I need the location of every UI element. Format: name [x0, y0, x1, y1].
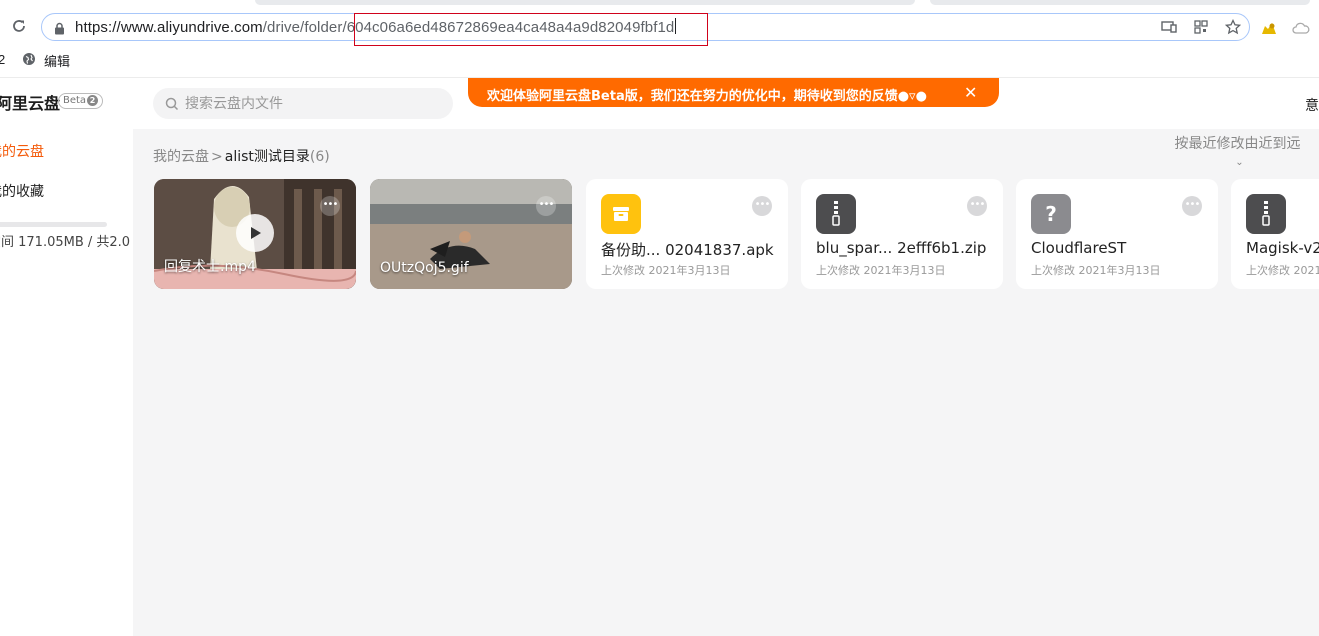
- file-count: (6): [309, 149, 330, 165]
- more-options-icon[interactable]: •••: [752, 196, 772, 216]
- file-card-unknown[interactable]: ? ••• CloudflareST 上次修改 2021年3月13日: [1016, 179, 1218, 289]
- text-caret: [675, 18, 677, 34]
- file-name: 备份助... 02041837.apk: [601, 241, 774, 259]
- bookmarks-bar: 2 编辑: [0, 46, 1319, 74]
- sidebar: 阿里云盘 Beta2 我的云盘 我的收藏 空间 171.05MB / 共2.0: [0, 78, 133, 636]
- file-name: Magisk-v2: [1246, 239, 1319, 257]
- lock-icon[interactable]: [54, 20, 65, 39]
- file-date: 上次修改 2021: [1246, 264, 1319, 277]
- zip-icon: [816, 194, 856, 234]
- app-logo[interactable]: 阿里云盘: [0, 90, 60, 114]
- address-bar[interactable]: https://www.aliyundrive.com/drive/folder…: [41, 13, 1250, 41]
- bookmark-number[interactable]: 2: [0, 52, 5, 67]
- more-options-icon[interactable]: •••: [320, 196, 340, 216]
- file-name: blu_spar... 2efff6b1.zip: [816, 239, 987, 257]
- archive-box-icon: [601, 194, 641, 234]
- beta-badge: Beta 2: [58, 93, 104, 109]
- beta-number: 2: [87, 95, 99, 106]
- chevron-right-icon: >: [211, 149, 223, 165]
- tab-edge: [255, 0, 915, 5]
- cast-icon[interactable]: [1159, 17, 1179, 37]
- file-card-image[interactable]: ••• OUtzQoj5.gif: [370, 179, 572, 289]
- file-name: CloudflareST: [1031, 239, 1127, 257]
- url-text[interactable]: https://www.aliyundrive.com/drive/folder…: [75, 18, 677, 36]
- extension-icons: [1258, 18, 1312, 38]
- zip-icon: [1246, 194, 1286, 234]
- bookmark-star-icon[interactable]: [1223, 17, 1243, 37]
- url-folder-id: 604c06a6ed48672869ea4ca48a4a9d82049fbf1d: [346, 19, 675, 36]
- file-date: 上次修改 2021年3月13日: [601, 264, 731, 277]
- feedback-link[interactable]: 意: [1305, 95, 1319, 115]
- bookmark-label: 编辑: [44, 55, 71, 70]
- file-card-zip[interactable]: Magisk-v2 上次修改 2021: [1231, 179, 1319, 289]
- beta-label: Beta: [63, 95, 87, 106]
- capacity-bar: [0, 222, 107, 227]
- file-name: OUtzQoj5.gif: [380, 260, 469, 276]
- search-box[interactable]: [153, 88, 453, 119]
- file-card-video[interactable]: ••• 回复术士.mp4: [154, 179, 356, 289]
- close-icon[interactable]: ✕: [964, 83, 977, 102]
- sort-label: 按最近修改由近到远: [1174, 136, 1301, 152]
- play-icon[interactable]: [236, 214, 274, 252]
- file-date: 上次修改 2021年3月13日: [1031, 264, 1161, 277]
- more-options-icon[interactable]: •••: [1182, 196, 1202, 216]
- globe-icon: [22, 52, 36, 70]
- welcome-banner: 欢迎体验阿里云盘Beta版，我们还在努力的优化中，期待收到您的反馈●▿● ✕: [468, 78, 999, 107]
- sidebar-item-my-drive[interactable]: 我的云盘: [0, 141, 44, 161]
- breadcrumb-current: alist测试目录: [224, 149, 310, 165]
- capacity-text: 空间 171.05MB / 共2.0: [0, 235, 131, 250]
- breadcrumb-root[interactable]: 我的云盘: [153, 149, 209, 165]
- file-date: 上次修改 2021年3月13日: [816, 264, 946, 277]
- file-name: 回复术士.mp4: [164, 259, 256, 275]
- reload-icon[interactable]: [8, 15, 30, 37]
- search-input[interactable]: [185, 94, 435, 114]
- browser-toolbar: https://www.aliyundrive.com/drive/folder…: [0, 6, 1319, 46]
- question-mark-icon: ?: [1031, 194, 1071, 234]
- search-icon: [165, 96, 179, 115]
- more-options-icon[interactable]: •••: [536, 196, 556, 216]
- file-card-zip[interactable]: ••• blu_spar... 2efff6b1.zip 上次修改 2021年3…: [801, 179, 1003, 289]
- url-path: /drive/folder/: [262, 19, 347, 36]
- extension-cat-icon[interactable]: [1258, 18, 1280, 38]
- aliyundrive-app: 阿里云盘 Beta2 我的云盘 我的收藏 空间 171.05MB / 共2.0 …: [0, 77, 1319, 636]
- omnibox-actions: [1159, 17, 1243, 37]
- more-options-icon[interactable]: •••: [967, 196, 987, 216]
- chevron-down-icon: ⌄: [1235, 157, 1244, 168]
- breadcrumb: 我的云盘 > alist测试目录(6): [153, 146, 330, 166]
- extension-cloud-icon[interactable]: [1290, 18, 1312, 38]
- file-card-apk[interactable]: ••• 备份助... 02041837.apk 上次修改 2021年3月13日: [586, 179, 788, 289]
- tab-edge: [930, 0, 1310, 5]
- sidebar-item-favorites[interactable]: 我的收藏: [0, 181, 44, 201]
- banner-text: 欢迎体验阿里云盘Beta版，我们还在努力的优化中，期待收到您的反馈●▿●: [487, 89, 927, 104]
- qr-code-icon[interactable]: [1191, 17, 1211, 37]
- bookmark-edit[interactable]: 编辑: [22, 51, 70, 70]
- url-host: https://www.aliyundrive.com: [75, 19, 263, 36]
- sort-dropdown[interactable]: 按最近修改由近到远 ⌄: [1170, 136, 1305, 171]
